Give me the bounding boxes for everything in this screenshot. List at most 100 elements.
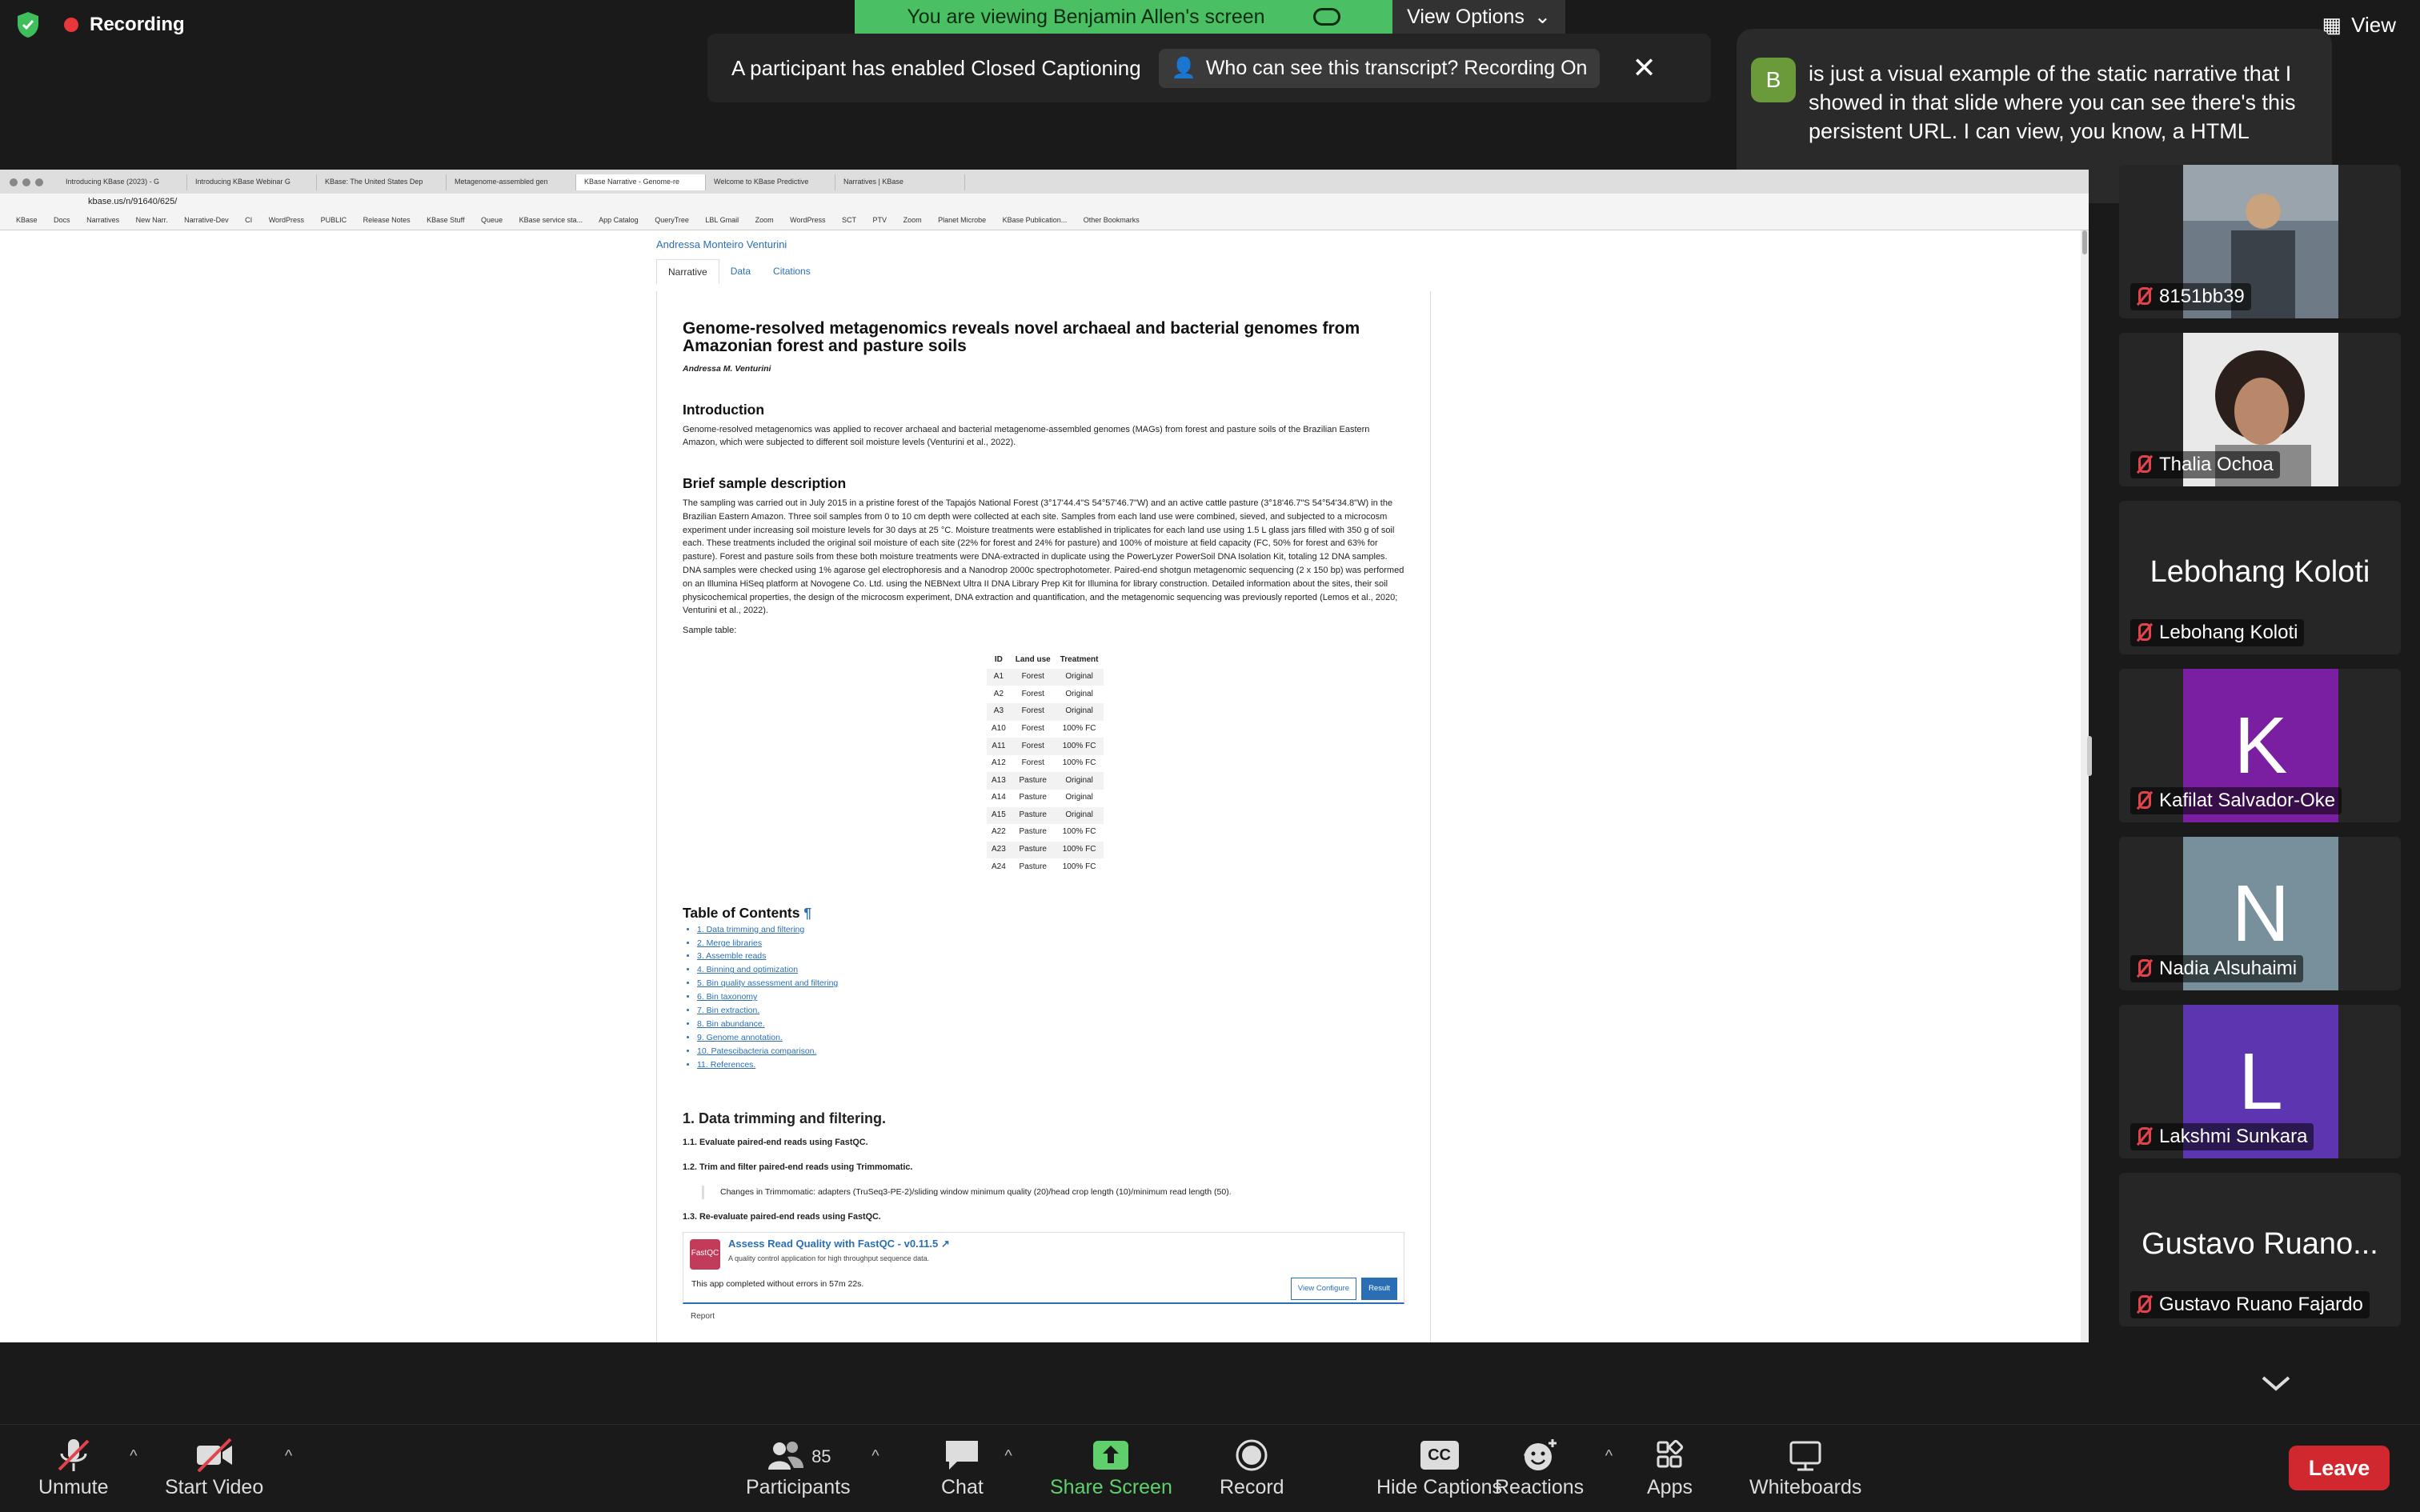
bookmark[interactable]: Narrative-Dev <box>184 216 229 224</box>
recording-indicator[interactable]: Recording <box>64 14 185 36</box>
toc-link[interactable]: 3. Assemble reads <box>697 950 1404 963</box>
bookmark[interactable]: Narratives <box>86 216 119 224</box>
toc-link[interactable]: 8. Bin abundance. <box>697 1018 1404 1031</box>
table-cell: Pasture <box>1010 841 1056 859</box>
chevron-up-icon[interactable]: ^ <box>285 1447 292 1466</box>
bookmark[interactable]: App Catalog <box>599 216 639 224</box>
scroll-thumb[interactable] <box>2082 230 2087 254</box>
chevron-up-icon[interactable]: ^ <box>1605 1447 1613 1466</box>
table-cell: A2 <box>993 689 1004 698</box>
table-cell: Original <box>1055 772 1104 790</box>
bookmark[interactable]: New Narr. <box>136 216 168 224</box>
split-handle[interactable] <box>2087 736 2092 776</box>
pilcrow-link[interactable]: ¶ <box>803 905 811 921</box>
bookmark[interactable]: Other Bookmarks <box>1084 216 1140 224</box>
bookmark[interactable]: Planet Microbe <box>938 216 986 224</box>
participant-tile[interactable]: L Lakshmi Sunkara <box>2119 1005 2401 1158</box>
bookmark[interactable]: Zoom <box>755 216 774 224</box>
table-cell: Pasture <box>1019 827 1047 837</box>
participant-name-label: Thalia Ochoa <box>2130 451 2280 478</box>
participants-button[interactable]: 85 Participants ^ <box>746 1438 879 1499</box>
address-bar[interactable]: kbase.us/n/91640/625/ <box>0 194 2089 211</box>
toc-link[interactable]: 10. Patescibacteria comparison. <box>697 1045 1404 1058</box>
participant-tile[interactable]: Gustavo Ruano... Gustavo Ruano Fajardo <box>2119 1173 2401 1326</box>
recording-dot-icon <box>64 18 78 32</box>
bookmark[interactable]: KBase Publication... <box>1003 216 1068 224</box>
whiteboards-button[interactable]: Whiteboards <box>1749 1438 1861 1499</box>
apps-button[interactable]: Apps <box>1647 1438 1693 1499</box>
toc-link[interactable]: 9. Genome annotation. <box>697 1031 1404 1045</box>
hide-captions-button[interactable]: CC Hide Captions ^ <box>1376 1438 1531 1499</box>
chat-label: Chat <box>941 1476 984 1498</box>
tab-citations[interactable]: Citations <box>762 259 822 284</box>
toc-link[interactable]: 7. Bin extraction. <box>697 1004 1404 1018</box>
table-cell: 100% FC <box>1062 723 1096 733</box>
chevron-up-icon[interactable]: ^ <box>130 1447 137 1466</box>
browser-tab[interactable]: Introducing KBase Webinar G <box>187 174 317 190</box>
bookmark[interactable]: LBL Gmail <box>705 216 739 224</box>
browser-tab[interactable]: Metagenome-assembled gen <box>447 174 576 190</box>
tab-narrative[interactable]: Narrative <box>656 259 719 284</box>
report-tab[interactable]: Report <box>683 1310 1404 1324</box>
chevron-up-icon[interactable]: ^ <box>871 1447 879 1466</box>
view-configure-button[interactable]: View Configure <box>1290 1277 1357 1301</box>
browser-tab-active[interactable]: KBase Narrative - Genome-re <box>576 174 706 190</box>
toc-link[interactable]: 4. Binning and optimization <box>697 963 1404 977</box>
participant-tile[interactable]: 8151bb39 <box>2119 165 2401 318</box>
close-icon[interactable]: ✕ <box>1632 54 1656 82</box>
browser-tab[interactable]: KBase: The United States Dep <box>317 174 447 190</box>
toc-link[interactable]: 1. Data trimming and filtering <box>697 923 1404 937</box>
bookmark[interactable]: PUBLIC <box>321 216 347 224</box>
bookmark[interactable]: KBase Stuff <box>427 216 464 224</box>
chevron-up-icon[interactable]: ^ <box>1004 1447 1012 1466</box>
view-options-label: View Options <box>1407 5 1525 28</box>
app-title-link[interactable]: Assess Read Quality with FastQC - v0.11.… <box>728 1238 950 1251</box>
bookmark[interactable]: QueryTree <box>655 216 689 224</box>
browser-tab[interactable]: Narratives | KBase <box>835 174 965 190</box>
shield-icon[interactable] <box>16 11 40 38</box>
result-button[interactable]: Result <box>1361 1277 1397 1301</box>
participant-name: Lakshmi Sunkara <box>2159 1126 2308 1147</box>
gallery-scroll-down-icon[interactable] <box>2260 1366 2292 1398</box>
bookmark[interactable]: Release Notes <box>363 216 411 224</box>
toc-link[interactable]: 2. Merge libraries <box>697 937 1404 950</box>
tab-data[interactable]: Data <box>719 259 762 284</box>
bookmark[interactable]: WordPress <box>790 216 825 224</box>
bookmark[interactable]: CI <box>245 216 252 224</box>
bookmark[interactable]: PTV <box>873 216 887 224</box>
unmute-button[interactable]: Unmute ^ <box>38 1438 138 1499</box>
leave-button[interactable]: Leave <box>2289 1446 2390 1490</box>
bookmark[interactable]: WordPress <box>269 216 304 224</box>
participant-tile[interactable]: K Kafilat Salvador-Oke <box>2119 669 2401 822</box>
browser-tab[interactable]: Welcome to KBase Predictive <box>706 174 835 190</box>
muted-mic-icon <box>58 1439 90 1471</box>
transcript-visibility-button[interactable]: 👤 Who can see this transcript? Recording… <box>1158 48 1601 88</box>
start-video-button[interactable]: Start Video ^ <box>165 1438 292 1499</box>
record-button[interactable]: Record <box>1220 1438 1284 1499</box>
bookmark[interactable]: KBase service sta... <box>519 216 583 224</box>
bookmark[interactable]: KBase <box>16 216 38 224</box>
bookmark[interactable]: Zoom <box>903 216 922 224</box>
participant-tile[interactable]: Thalia Ochoa <box>2119 333 2401 486</box>
table-cell: Original <box>1055 806 1104 825</box>
view-button[interactable]: ▦ View <box>2322 13 2396 38</box>
table-row: A24 Pasture 100% FC <box>987 858 1104 876</box>
bookmark[interactable]: Queue <box>481 216 503 224</box>
page-scrollbar[interactable] <box>2081 230 2089 1342</box>
muted-mic-icon <box>2134 623 2151 642</box>
toc-link[interactable]: 6. Bin taxonomy <box>697 990 1404 1004</box>
toc-link[interactable]: 5. Bin quality assessment and filtering <box>697 977 1404 990</box>
closed-captioning-banner: A participant has enabled Closed Caption… <box>707 34 1711 102</box>
browser-tab[interactable]: Introducing KBase (2023) - G <box>58 174 187 190</box>
bookmark[interactable]: Docs <box>54 216 70 224</box>
author-link[interactable]: Andressa Monteiro Venturini <box>656 238 787 250</box>
participant-tile[interactable]: Lebohang Koloti Lebohang Koloti <box>2119 501 2401 654</box>
reactions-button[interactable]: Reactions ^ <box>1495 1438 1613 1499</box>
chat-button[interactable]: Chat ^ <box>941 1438 1012 1499</box>
toc-link[interactable]: 11. References. <box>697 1058 1404 1072</box>
fastqc-logo: FastQC <box>690 1238 720 1270</box>
view-options-button[interactable]: View Options ⌄ <box>1392 0 1565 34</box>
participant-tile[interactable]: N Nadia Alsuhaimi <box>2119 837 2401 990</box>
share-screen-button[interactable]: Share Screen <box>1050 1438 1172 1499</box>
bookmark[interactable]: SCT <box>842 216 856 224</box>
